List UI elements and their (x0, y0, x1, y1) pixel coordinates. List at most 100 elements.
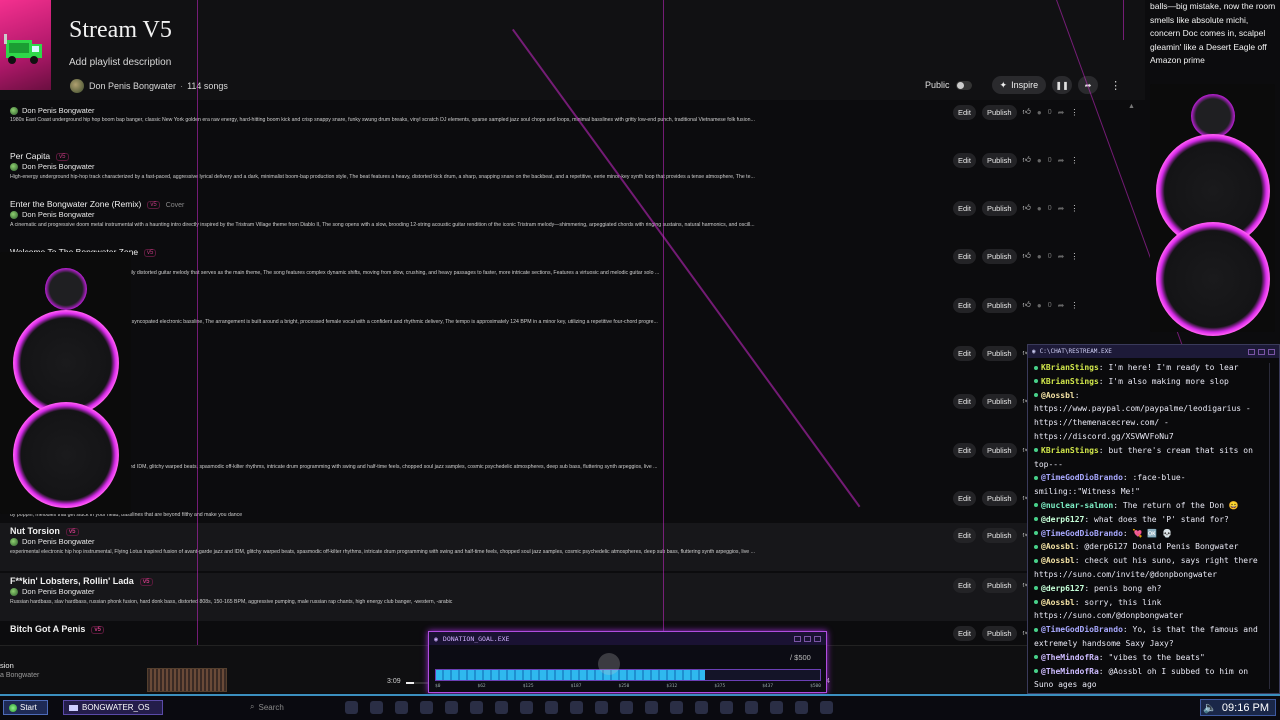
pause-button[interactable]: ❚❚ (1052, 76, 1073, 94)
publish-button[interactable]: Publish (981, 248, 1017, 264)
song-artist[interactable]: Don Penis Bongwater (10, 587, 95, 596)
chat-titlebar[interactable]: ◉ C:\CHAT\RESTREAM.EXE (1028, 345, 1279, 358)
comment-icon[interactable]: ● (1037, 301, 1042, 310)
song-title[interactable]: Nut Torsion v5 (10, 526, 79, 536)
app-icon[interactable] (470, 701, 483, 714)
song-row[interactable]: al, Flying Lotus inspired fusion of avan… (0, 438, 1145, 486)
song-row[interactable]: F**kin' Lobsters, Rollin' Lada v5 Don Peni… (0, 573, 1145, 621)
edit-button[interactable]: Edit (953, 393, 976, 409)
publish-button[interactable]: Publish (981, 345, 1017, 361)
publish-button[interactable]: Publish (981, 490, 1017, 506)
system-clock[interactable]: 🔈 09:16 PM (1200, 699, 1276, 716)
song-title-text[interactable]: Enter the Bongwater Zone (Remix) (10, 199, 141, 209)
app-icon[interactable] (745, 701, 758, 714)
comment-icon[interactable]: ● (1037, 252, 1042, 261)
song-artist-name[interactable]: Don Penis Bongwater (22, 537, 95, 546)
song-row[interactable]: Don Penis Bongwater 1980s East Coast unde… (0, 100, 1145, 148)
song-row[interactable]: Welcome To The Bongwater Zonev5nstrument… (0, 244, 1145, 292)
inspire-button[interactable]: ✦ Inspire (991, 76, 1047, 94)
song-title[interactable]: F**kin' Lobsters, Rollin' Lada v5 (10, 576, 153, 586)
app-icon[interactable] (670, 701, 683, 714)
edit-button[interactable]: Edit (953, 577, 976, 593)
publish-button[interactable]: Publish (981, 442, 1017, 458)
thumbs-up-icon[interactable]: 👍︎ (1023, 155, 1031, 165)
song-row[interactable]: Nut Torsion v5 Don Penis Bongwater experime… (0, 523, 1145, 571)
minimize-icon[interactable] (1248, 348, 1255, 355)
comment-icon[interactable]: ● (1037, 108, 1042, 117)
comment-icon[interactable]: ● (1037, 156, 1042, 165)
app-icon[interactable] (770, 701, 783, 714)
edit-button[interactable]: Edit (953, 104, 976, 120)
app-icon[interactable] (520, 701, 533, 714)
edit-button[interactable]: Edit (953, 345, 976, 361)
more-options-icon[interactable]: ⋮ (1104, 79, 1127, 92)
thumbs-up-icon[interactable]: 👍︎ (1023, 107, 1031, 117)
song-artist-name[interactable]: Don Penis Bongwater (22, 587, 95, 596)
song-title[interactable]: Bitch Got A Penis v5 (10, 624, 105, 634)
start-button[interactable]: Start (3, 700, 48, 715)
app-icon[interactable] (420, 701, 433, 714)
taskbar-search[interactable]: ⌕ Search (250, 702, 284, 712)
publish-button[interactable]: Publish (981, 152, 1017, 168)
app-icon[interactable] (370, 701, 383, 714)
more-options-icon[interactable]: ⋮ (1070, 108, 1078, 117)
publish-button[interactable]: Publish (981, 200, 1017, 216)
donation-titlebar[interactable]: ◉ DONATION_GOAL.EXE (429, 632, 826, 645)
app-icon[interactable] (495, 701, 508, 714)
song-row[interactable]: verEditPublish👍︎●0➦⋮ (0, 389, 1145, 437)
publish-button[interactable]: Publish (981, 297, 1017, 313)
song-artist[interactable]: Don Penis Bongwater (10, 210, 95, 219)
song-title-text[interactable]: F**kin' Lobsters, Rollin' Lada (10, 576, 134, 586)
edit-button[interactable]: Edit (953, 152, 976, 168)
taskbar-item-bongwater[interactable]: BONGWATER_OS (63, 700, 163, 715)
song-title[interactable]: Enter the Bongwater Zone (Remix) v5 Cover (10, 199, 184, 209)
app-icon[interactable] (820, 701, 833, 714)
maximize-icon[interactable] (1258, 348, 1265, 355)
thumbs-up-icon[interactable]: 👍︎ (1023, 203, 1031, 213)
app-icon[interactable] (570, 701, 583, 714)
edit-button[interactable]: Edit (953, 200, 976, 216)
now-playing-artist[interactable]: a Bongwater (0, 672, 39, 679)
edit-button[interactable]: Edit (953, 248, 976, 264)
publish-button[interactable]: Publish (981, 393, 1017, 409)
song-title-text[interactable]: Per Capita (10, 151, 50, 161)
song-title-text[interactable]: Nut Torsion (10, 526, 60, 536)
chevron-up-icon[interactable]: ▲ (1128, 103, 1135, 110)
app-icon[interactable] (545, 701, 558, 714)
song-artist[interactable]: Don Penis Bongwater (10, 537, 95, 546)
song-artist-name[interactable]: Don Penis Bongwater (22, 162, 95, 171)
song-row[interactable]: nv5EditPublish👍︎●0➦⋮ (0, 341, 1145, 389)
song-artist[interactable]: Don Penis Bongwater (10, 106, 95, 115)
song-title-text[interactable]: Bitch Got A Penis (10, 624, 85, 634)
chat-window[interactable]: ◉ C:\CHAT\RESTREAM.EXE KBrianStings: I'm… (1027, 344, 1280, 694)
song-artist-name[interactable]: Don Penis Bongwater (22, 210, 95, 219)
app-icon[interactable] (645, 701, 658, 714)
more-options-icon[interactable]: ⋮ (1070, 301, 1078, 310)
thumbs-up-icon[interactable]: 👍︎ (1023, 251, 1031, 261)
app-icon[interactable] (395, 701, 408, 714)
playlist-owner[interactable]: Don Penis Bongwater (89, 81, 176, 91)
now-playing-title[interactable]: sion (0, 661, 14, 670)
chat-scrollbar[interactable] (1269, 363, 1277, 689)
song-artist-name[interactable]: Don Penis Bongwater (22, 106, 95, 115)
app-icon[interactable] (695, 701, 708, 714)
edit-button[interactable]: Edit (953, 297, 976, 313)
thumbs-up-icon[interactable]: 👍︎ (1023, 300, 1031, 310)
donation-goal-window[interactable]: ◉ DONATION_GOAL.EXE $0 $62 $125 $187 $250 $31… (428, 631, 827, 693)
share-icon[interactable]: ➦ (1058, 108, 1065, 117)
app-icon[interactable] (795, 701, 808, 714)
edit-button[interactable]: Edit (953, 625, 976, 641)
maximize-icon[interactable] (804, 635, 811, 642)
edit-button[interactable]: Edit (953, 527, 976, 543)
avatar[interactable] (70, 79, 84, 93)
close-icon[interactable] (1268, 348, 1275, 355)
edit-button[interactable]: Edit (953, 442, 976, 458)
share-icon[interactable]: ➦ (1058, 252, 1065, 261)
playlist-description[interactable]: Add playlist description (69, 57, 171, 68)
minimize-icon[interactable] (794, 635, 801, 642)
pause-icon[interactable] (598, 653, 620, 675)
share-icon[interactable]: ➦ (1058, 204, 1065, 213)
share-icon[interactable]: ➦ (1058, 156, 1065, 165)
app-icon[interactable] (345, 701, 358, 714)
song-artist[interactable]: Don Penis Bongwater (10, 162, 95, 171)
